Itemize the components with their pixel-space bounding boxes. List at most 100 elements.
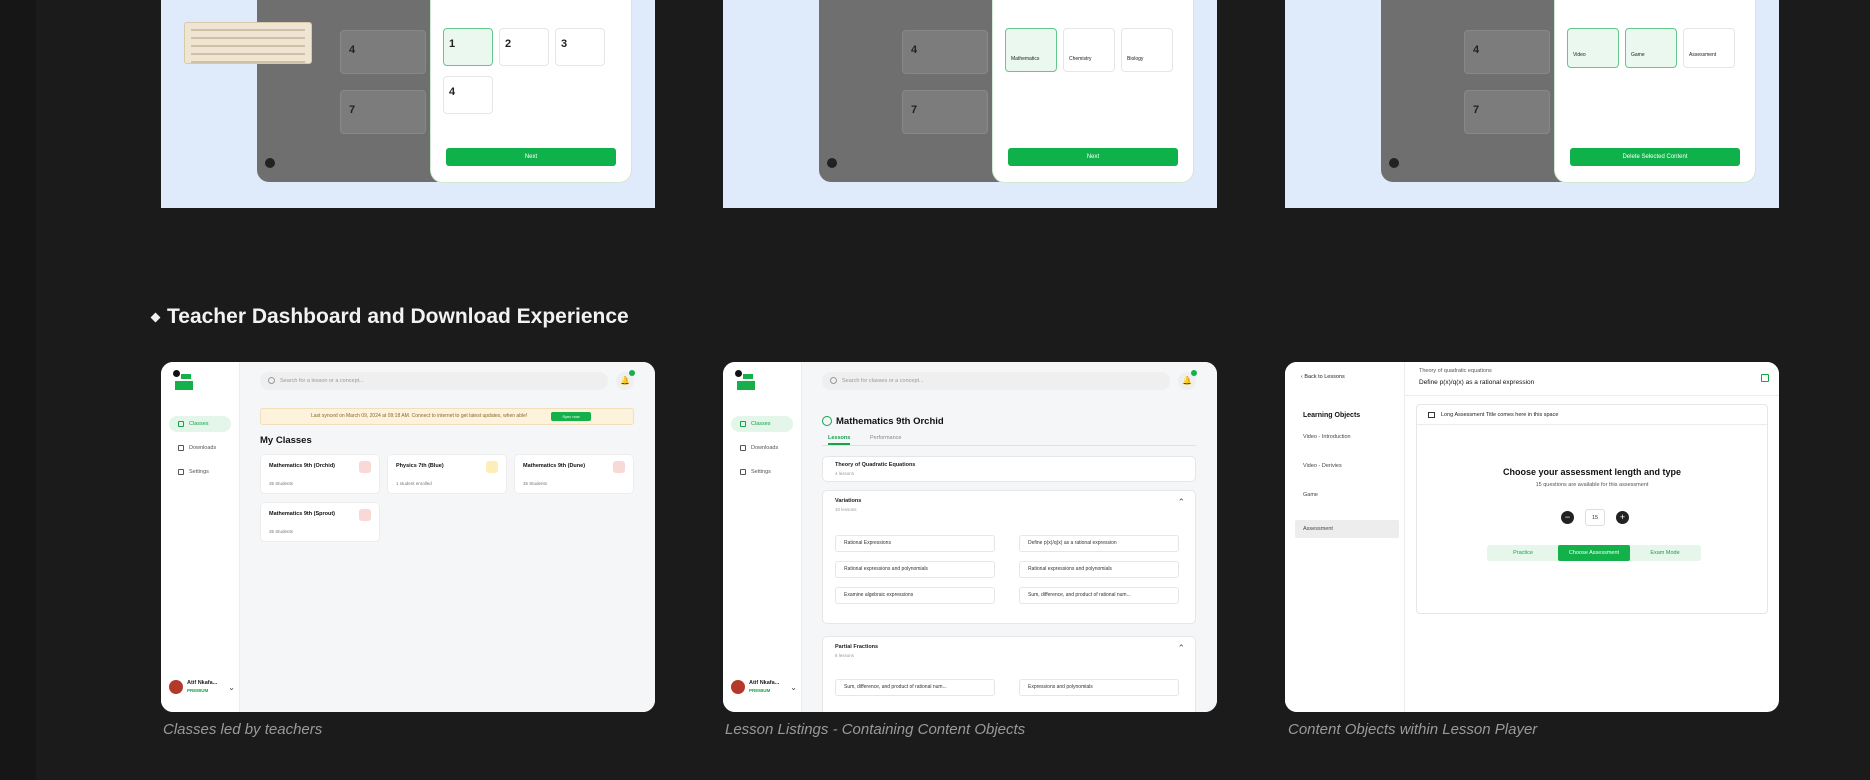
section-title-text: Teacher Dashboard and Download Experienc… [167,305,629,328]
top-screenshot-3[interactable]: 4 7 Video Game Assessment Delete Selecte… [1285,0,1779,208]
subject-option-selected[interactable] [1005,28,1057,72]
assessment-header: Long Assessment Title comes here in this… [1417,405,1767,425]
classes-dashboard-screenshot[interactable]: Classes Downloads Settings Atif Nkafa...… [161,362,655,712]
group-sub: 8 lessons [835,653,855,658]
next-button[interactable]: Next [1008,148,1178,166]
class-students: 35 Students [269,529,294,534]
class-students: 1 student enrolled [396,481,432,486]
nav-settings[interactable]: Settings [731,464,793,480]
search-input[interactable]: Search for classes or a concept... [822,372,1170,390]
user-menu[interactable]: Atif Nkafa... PREMIUM ⌄ [169,678,235,696]
next-button[interactable]: Next [446,148,616,166]
main-area: Search for a lesson or a concept... 🔔 La… [240,362,655,712]
delete-selected-button[interactable]: Delete Selected Content [1570,148,1740,166]
minus-icon[interactable]: − [1561,511,1574,524]
question-count-stepper[interactable]: − 15 + [1561,509,1629,526]
sidebar: Classes Downloads Settings Atif Nkafa...… [161,362,240,712]
dark-number: 7 [349,104,356,116]
back-label: Back to Lessons [1304,374,1345,380]
class-card[interactable]: Mathematics 9th (Dune) 35 Students [514,454,634,494]
lesson-item[interactable]: Sum, difference, and product of rational… [1019,587,1179,604]
left-gutter [0,0,36,780]
lesson-item[interactable]: Examine algebraic expressions [835,587,995,604]
notification-dot [629,370,635,376]
class-icon [613,461,625,473]
lesson-player-screenshot[interactable]: Theory of quadratic equations Define p(x… [1285,362,1779,712]
content-label: Video [1573,52,1586,58]
lesson-item[interactable]: Rational Expressions [835,535,995,552]
subject-option[interactable] [1121,28,1173,72]
dark-number: 4 [911,44,918,56]
nav-classes[interactable]: Classes [169,416,231,432]
expand-icon[interactable] [1761,374,1769,382]
lesson-item[interactable]: Sum, difference, and product of rational… [835,679,995,696]
class-card[interactable]: Mathematics 9th (Orchid) 35 Students [260,454,380,494]
lesson-listings-screenshot[interactable]: Classes Downloads Settings Atif Nkafa...… [723,362,1217,712]
sync-now-button[interactable]: Sync now [551,412,591,421]
back-to-lessons-link[interactable]: ‹ Back to Lessons [1301,374,1345,380]
grade-number: 1 [449,38,456,50]
mode-choose-assessment[interactable]: Choose Assessment [1558,545,1630,561]
notification-bell-icon[interactable]: 🔔 [616,370,635,390]
settings-icon [740,469,746,475]
lesson-group-variations[interactable]: Variations 10 lessons ⌃ Rational Express… [822,490,1196,624]
lesson-item[interactable]: Rational expressions and polynomials [835,561,995,578]
nav-downloads[interactable]: Downloads [169,440,231,456]
search-icon [830,377,837,384]
lesson-item[interactable]: Define p(x)/q(x) as a rational expressio… [1019,535,1179,552]
group-title: Variations [835,498,862,504]
learning-object-item[interactable]: Video - Derivies [1295,457,1399,475]
grade-number: 2 [505,38,512,50]
check-circle-icon [822,416,832,426]
plus-icon[interactable]: + [1616,511,1629,524]
content-option-selected[interactable] [1567,28,1619,68]
classes-icon [178,421,184,427]
learning-objects-sidebar: ‹ Back to Lessons Learning Objects Video… [1285,362,1405,712]
caption-lesson-player: Content Objects within Lesson Player [1288,721,1538,738]
chevron-down-icon: ⌄ [228,683,235,692]
user-name: Atif Nkafa... [749,680,780,686]
learning-object-item[interactable]: Game [1295,486,1399,504]
mode-exam[interactable]: Exam Mode [1629,545,1701,561]
chevron-up-icon[interactable]: ⌃ [1177,643,1185,654]
top-screenshot-1[interactable]: 4 7 1 2 3 4 Next [161,0,655,208]
lesson-group-partial-fractions[interactable]: Partial Fractions 8 lessons ⌃ Sum, diffe… [822,636,1196,712]
assessment-subtitle: 15 questions are available for this asse… [1535,482,1649,488]
nav-downloads[interactable]: Downloads [731,440,793,456]
tab-performance[interactable]: Performance [870,435,902,441]
class-card[interactable]: Mathematics 9th (Sprout) 35 Students [260,502,380,542]
app-logo [173,370,195,392]
lesson-item[interactable]: Rational expressions and polynomials [1019,561,1179,578]
search-input[interactable]: Search for a lesson or a concept... [260,372,608,390]
chevron-up-icon[interactable]: ⌃ [1177,497,1185,508]
nav-settings[interactable]: Settings [169,464,231,480]
user-name: Atif Nkafa... [187,680,218,686]
learning-object-item[interactable]: Video - Introduction [1295,428,1399,446]
main-area: Search for classes or a concept... 🔔 Mat… [802,362,1217,712]
content-option[interactable] [1683,28,1735,68]
content-option-selected[interactable] [1625,28,1677,68]
nav-classes[interactable]: Classes [731,416,793,432]
notification-bell-icon[interactable]: 🔔 [1178,370,1197,390]
lesson-group[interactable]: Theory of Quadratic Equations 4 lessons [822,456,1196,482]
sync-banner: Last synced on March 09, 2024 at 09:18 A… [260,408,634,425]
assessment-header-text: Long Assessment Title comes here in this… [1441,412,1559,418]
search-placeholder: Search for a lesson or a concept... [280,378,364,384]
learning-object-item-selected[interactable]: Assessment [1295,520,1399,538]
group-sub: 10 lessons [835,507,857,512]
tab-lessons[interactable]: Lessons [828,435,851,445]
class-title: Mathematics 9th Orchid [822,416,944,427]
assessment-title: Choose your assessment length and type [1502,467,1682,477]
grade-number: 4 [449,86,456,98]
class-name: Mathematics 9th (Orchid) [269,463,336,469]
subject-option[interactable] [1063,28,1115,72]
downloads-icon [178,445,184,451]
top-screenshot-2[interactable]: 4 7 Mathematics Chemistry Biology Next [723,0,1217,208]
class-students: 35 Students [523,481,548,486]
lesson-item[interactable]: Expressions and polynomials [1019,679,1179,696]
dark-number: 4 [1473,44,1480,56]
class-card[interactable]: Physics 7th (Blue) 1 student enrolled [387,454,507,494]
mode-practice[interactable]: Practice [1487,545,1559,561]
question-count-value[interactable]: 15 [1585,509,1605,526]
user-menu[interactable]: Atif Nkafa... PREMIUM ⌄ [731,678,797,696]
